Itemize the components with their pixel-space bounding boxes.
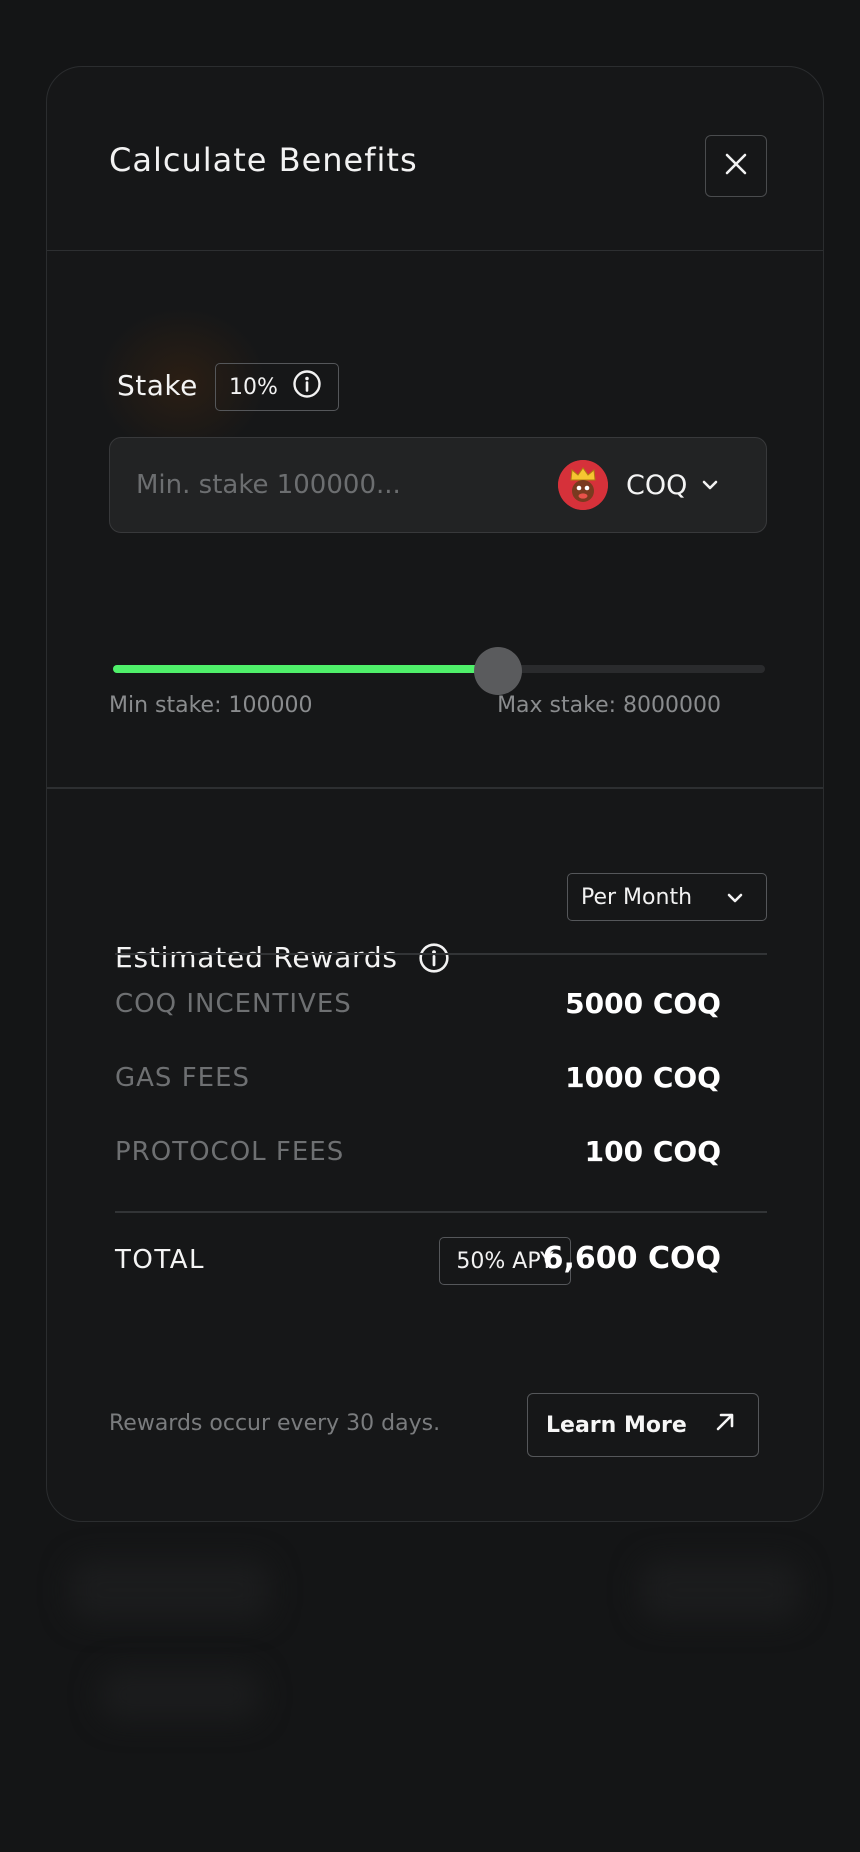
max-stake-label: Max stake: 8000000 [497, 693, 721, 718]
arrow-up-right-icon [714, 1411, 736, 1439]
estimated-rewards-heading: Estimated Rewards [115, 941, 450, 974]
token-select[interactable]: COQ [558, 458, 748, 512]
reward-row-value: 5000 COQ [565, 987, 721, 1020]
reward-row-label: GAS FEES [115, 1063, 251, 1093]
total-value: 6,600 COQ [542, 1241, 721, 1276]
close-button[interactable] [705, 135, 767, 197]
background-blur [70, 1560, 270, 1620]
rewards-frequency-note: Rewards occur every 30 days. [109, 1411, 441, 1436]
stake-percent-badge[interactable]: 10% [215, 363, 339, 411]
min-stake-label: Min stake: 100000 [109, 693, 313, 718]
stake-label: Stake [117, 369, 198, 402]
info-icon[interactable] [292, 369, 322, 405]
period-dropdown[interactable]: Per Month [567, 873, 767, 921]
estimated-rewards-title: Estimated Rewards [115, 941, 398, 974]
background-blur [640, 1560, 800, 1620]
close-icon [725, 153, 747, 179]
learn-more-label: Learn More [546, 1412, 687, 1438]
info-icon[interactable] [418, 942, 450, 974]
calculate-benefits-modal: Calculate Benefits Stake 10% Min. stake … [46, 66, 824, 1522]
learn-more-button[interactable]: Learn More [527, 1393, 759, 1457]
slider-thumb[interactable] [473, 647, 522, 695]
reward-row-value: 1000 COQ [565, 1061, 721, 1094]
total-divider [115, 1211, 767, 1213]
total-label: TOTAL [115, 1245, 205, 1275]
reward-row-label: PROTOCOL FEES [115, 1137, 345, 1167]
stake-amount-input[interactable] [136, 438, 536, 532]
rewards-divider [115, 953, 767, 955]
stake-slider[interactable] [113, 647, 765, 695]
stake-percent-value: 10% [229, 374, 278, 400]
chevron-down-icon [726, 885, 744, 910]
token-name: COQ [626, 469, 688, 501]
reward-row-label: COQ INCENTIVES [115, 989, 352, 1019]
section-divider [47, 787, 823, 789]
coq-token-logo [558, 460, 608, 510]
period-selected: Per Month [581, 884, 693, 910]
chevron-down-icon [701, 479, 719, 491]
modal-title: Calculate Benefits [109, 141, 418, 179]
background-blur [100, 1670, 260, 1720]
stake-amount-field: COQ [109, 437, 767, 533]
slider-fill [113, 665, 498, 673]
modal-header: Calculate Benefits [47, 67, 823, 251]
reward-row-value: 100 COQ [584, 1135, 721, 1168]
